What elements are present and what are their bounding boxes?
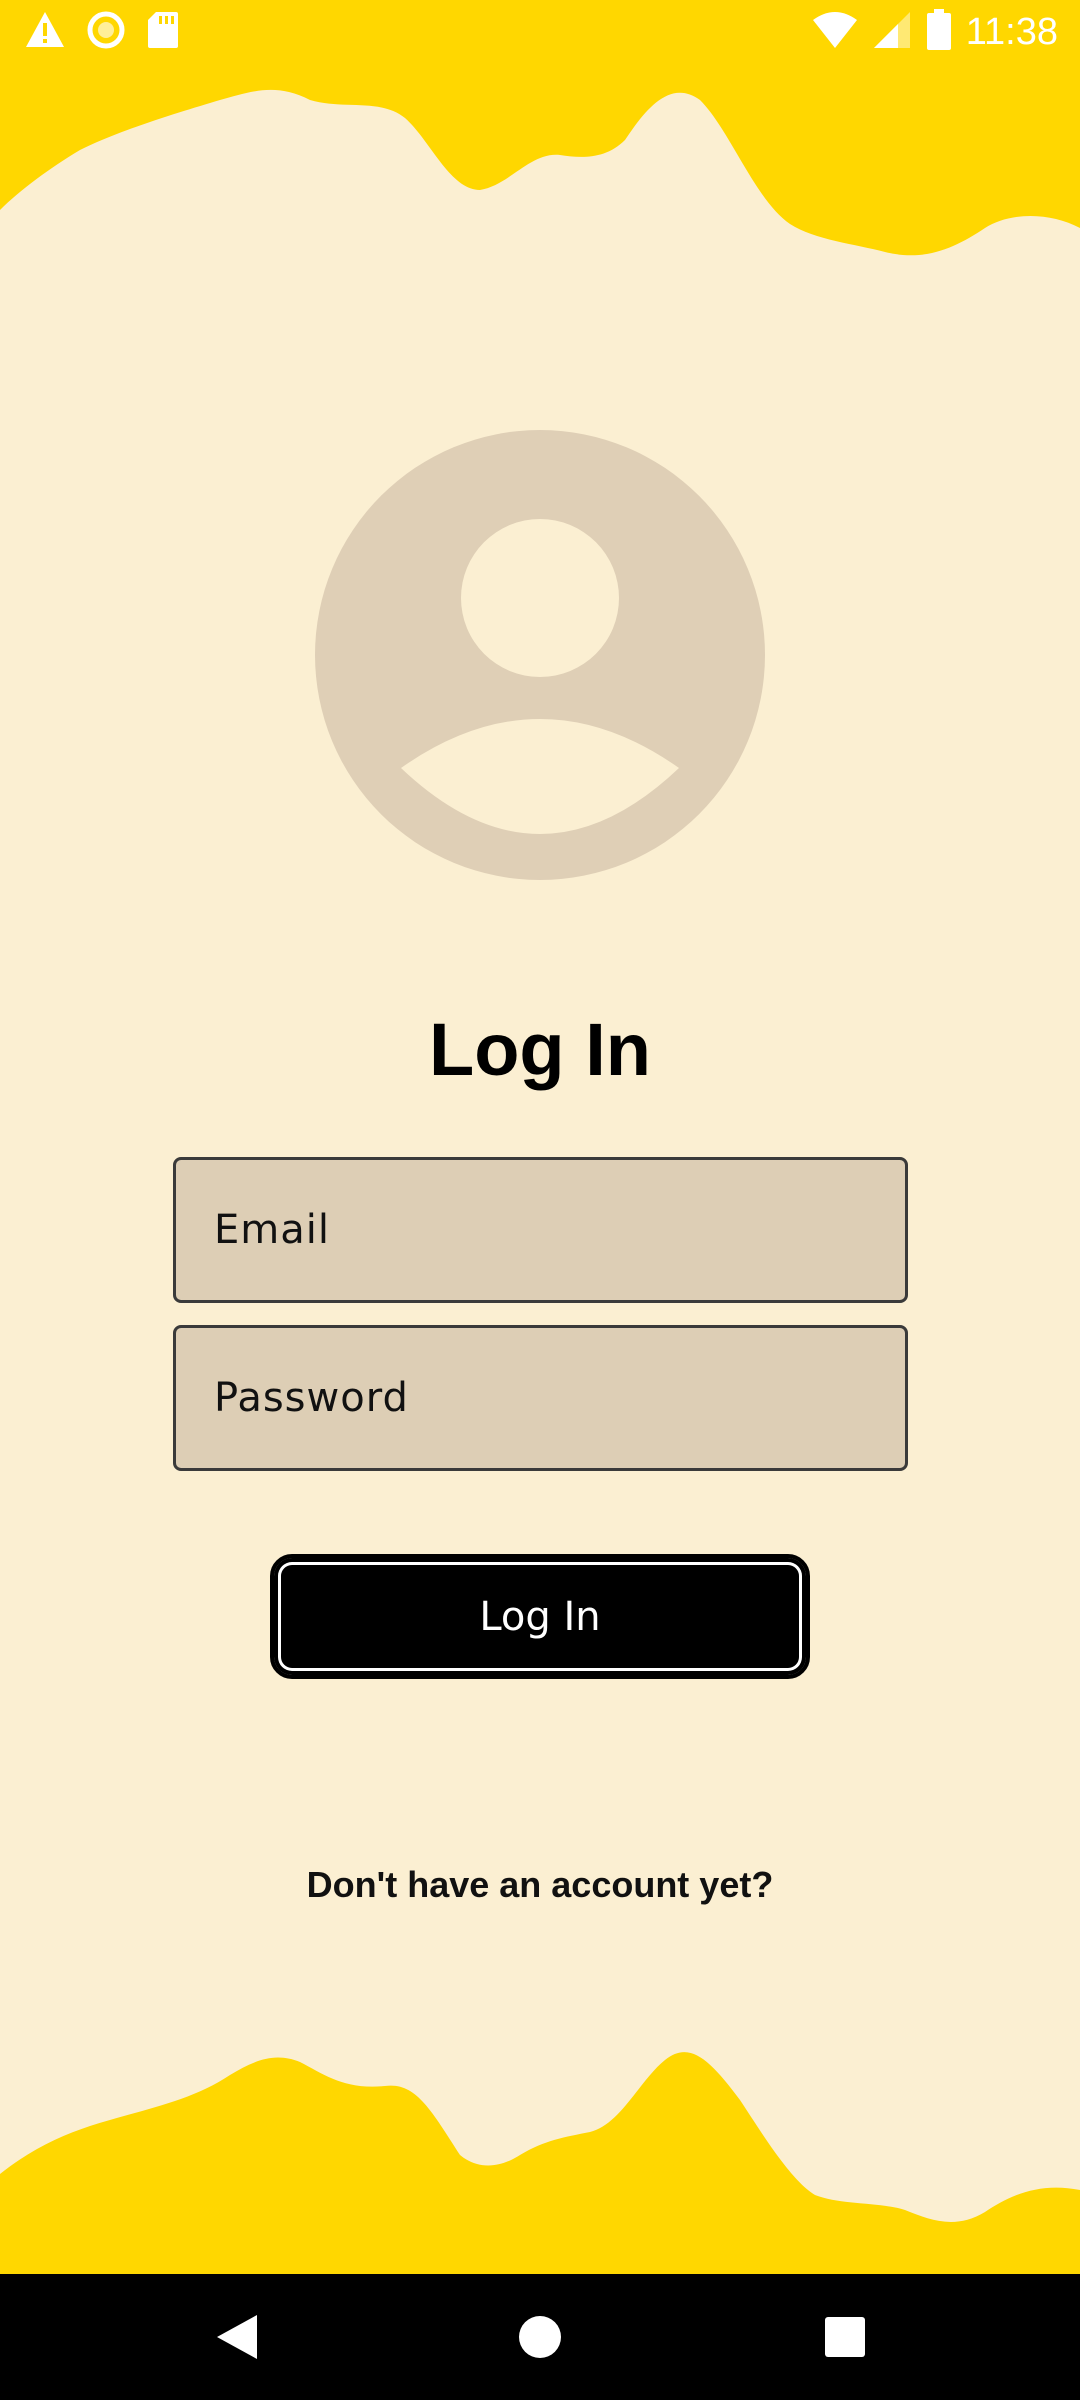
cell-signal-icon	[872, 10, 912, 55]
status-bar: 11:38	[0, 0, 1080, 64]
record-icon	[86, 10, 126, 55]
warning-icon	[24, 10, 66, 55]
home-icon[interactable]	[505, 2304, 575, 2370]
password-field[interactable]	[173, 1325, 908, 1471]
recents-icon[interactable]	[810, 2304, 880, 2370]
avatar-placeholder-icon	[315, 430, 765, 880]
status-icons-left	[24, 10, 180, 55]
page-title: Log In	[429, 1008, 651, 1091]
back-icon[interactable]	[202, 2304, 272, 2370]
email-field[interactable]	[173, 1157, 908, 1303]
battery-icon	[926, 8, 952, 56]
wifi-icon	[812, 10, 858, 55]
login-button[interactable]: Log In	[270, 1554, 810, 1679]
status-time: 11:38	[965, 11, 1058, 53]
status-icons-right: 11:38	[812, 8, 1058, 56]
sd-card-icon	[146, 10, 180, 55]
bottom-wave-decoration	[0, 2052, 1080, 2274]
signup-link[interactable]: Don't have an account yet?	[0, 1864, 1080, 1906]
navigation-bar	[0, 2274, 1080, 2400]
